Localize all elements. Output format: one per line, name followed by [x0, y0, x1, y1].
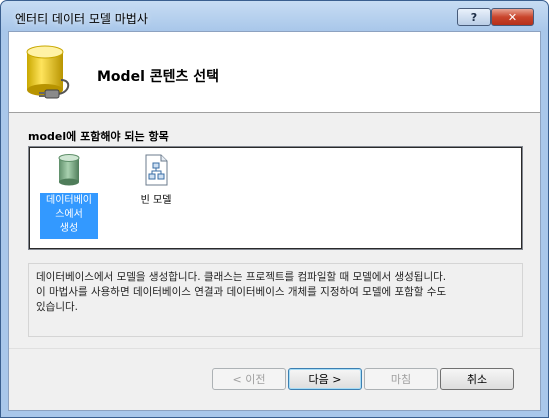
list-item-empty-model[interactable]: 빈 모델 [126, 153, 186, 211]
wizard-window: 엔터티 데이터 모델 마법사 ? ✕ Model 콘텐츠 선택 model에 포… [0, 0, 549, 418]
wizard-header: Model 콘텐츠 선택 [9, 32, 540, 113]
page-title: Model 콘텐츠 선택 [97, 69, 220, 85]
finish-button[interactable]: 마침 [364, 368, 438, 390]
model-contents-list[interactable]: 데이터베이 스에서 생성 빈 모델 [28, 146, 523, 250]
previous-button[interactable]: < 이전 [212, 368, 286, 390]
footer-divider [9, 348, 540, 349]
title-bar[interactable]: 엔터티 데이터 모델 마법사 ? ✕ [1, 1, 548, 31]
database-icon [58, 154, 80, 186]
description-box: 데이터베이스에서 모델을 생성합니다. 클래스는 프로젝트를 컴파일할 때 모델… [28, 263, 523, 337]
window-title: 엔터티 데이터 모델 마법사 [15, 12, 148, 26]
list-item-generate-from-database[interactable]: 데이터베이 스에서 생성 [39, 153, 99, 239]
help-button[interactable]: ? [457, 8, 491, 26]
wizard-client-area: Model 콘텐츠 선택 model에 포함해야 되는 항목 데이터베이 스에서… [8, 31, 541, 411]
database-plug-icon [26, 45, 70, 99]
list-item-label: 데이터베이 스에서 생성 [40, 193, 98, 239]
close-button[interactable]: ✕ [491, 8, 534, 26]
next-button[interactable]: 다음 > [288, 368, 362, 390]
list-item-label: 빈 모델 [140, 195, 172, 206]
cancel-button[interactable]: 취소 [440, 368, 514, 390]
description-line: 있습니다. [36, 301, 78, 313]
description-line: 이 마법사를 사용하면 데이터베이스 연결과 데이터베이스 개체를 지정하여 모… [36, 286, 447, 298]
description-line: 데이터베이스에서 모델을 생성합니다. 클래스는 프로젝트를 컴파일할 때 모델… [36, 271, 447, 283]
section-label: model에 포함해야 되는 항목 [28, 130, 169, 143]
empty-model-icon [145, 154, 168, 186]
